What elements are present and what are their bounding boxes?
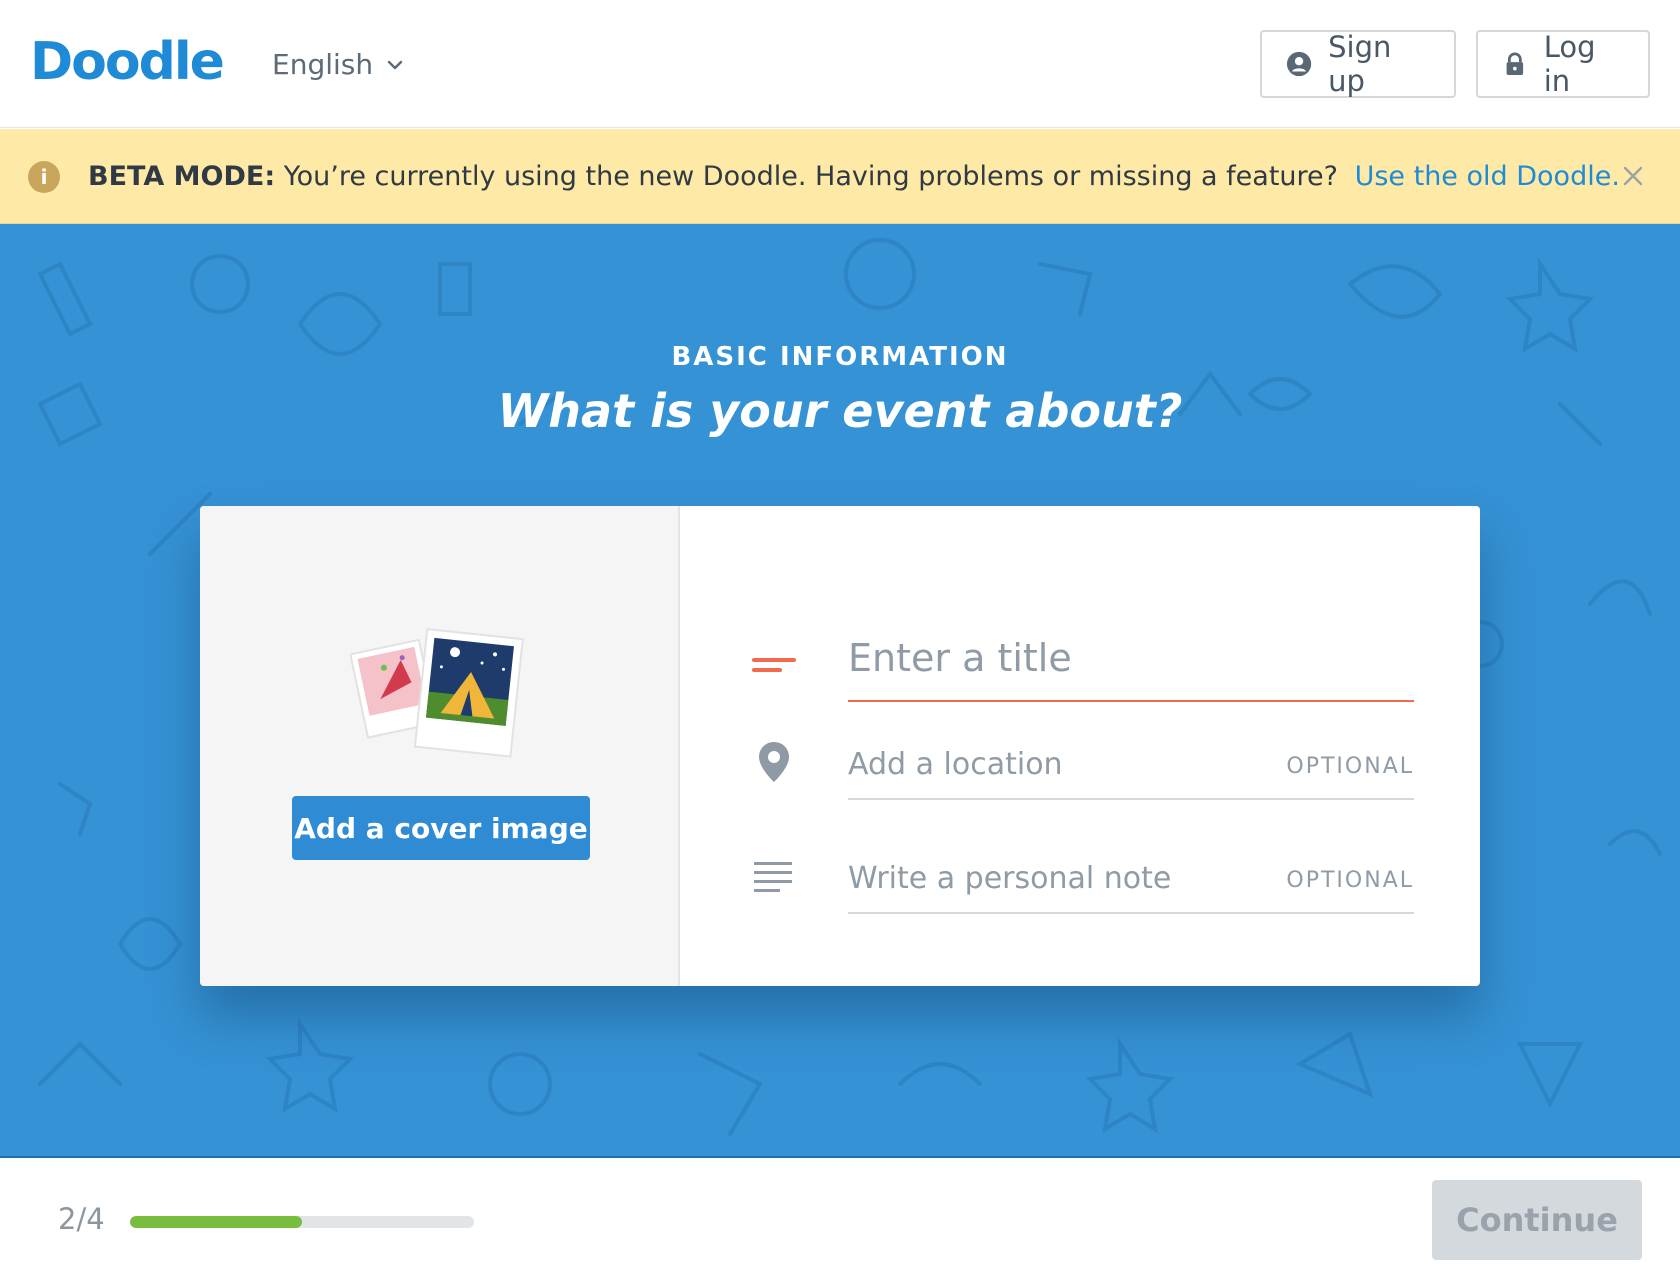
language-selector[interactable]: English: [272, 48, 405, 81]
login-button[interactable]: Log in: [1476, 30, 1650, 98]
add-cover-image-button[interactable]: Add a cover image: [292, 796, 590, 860]
cover-photos-illustration: [350, 628, 524, 758]
user-icon: [1286, 51, 1312, 77]
close-icon[interactable]: [1618, 161, 1648, 191]
title-underline: [848, 700, 1414, 702]
location-optional-label: OPTIONAL: [1286, 754, 1414, 779]
signup-label: Sign up: [1328, 30, 1392, 98]
top-header: Doodle English Sign up Log in: [0, 0, 1680, 128]
continue-button[interactable]: Continue: [1432, 1180, 1642, 1260]
progress-fill: [130, 1216, 302, 1228]
location-underline: [848, 798, 1414, 800]
note-optional-label: OPTIONAL: [1286, 868, 1414, 893]
section-headline: What is your event about?: [497, 384, 1183, 438]
banner-text: You’re currently using the new Doodle. H…: [283, 161, 1338, 192]
note-underline: [848, 912, 1414, 914]
wizard-footer: 2/4 Continue: [0, 1156, 1680, 1286]
cover-image-panel: Add a cover image: [200, 506, 680, 986]
map-pin-icon: [759, 742, 789, 782]
title-input[interactable]: [848, 630, 1412, 686]
hero-section: BASIC INFORMATION What is your event abo…: [0, 224, 1680, 1156]
step-counter: 2/4: [58, 1202, 105, 1236]
banner-label: BETA MODE:: [88, 161, 276, 192]
old-doodle-link[interactable]: Use the old Doodle.: [1355, 161, 1620, 192]
banner-message: BETA MODE: You’re currently using the ne…: [88, 161, 1620, 192]
beta-banner: i BETA MODE: You’re currently using the …: [0, 129, 1680, 224]
title-lines-icon: [752, 658, 796, 672]
login-label: Log in: [1543, 30, 1596, 98]
doodle-logo[interactable]: Doodle: [30, 32, 225, 92]
event-info-card: Add a cover image OPTIONAL: [200, 506, 1480, 986]
section-eyebrow: BASIC INFORMATION: [671, 342, 1009, 372]
signup-button[interactable]: Sign up: [1260, 30, 1456, 98]
language-label: English: [272, 48, 374, 81]
info-icon: i: [28, 161, 60, 193]
event-fields-panel: OPTIONAL OPTIONAL: [680, 506, 1480, 986]
chevron-down-icon: [387, 60, 403, 69]
progress-bar: [130, 1216, 474, 1228]
lock-icon: [1506, 52, 1524, 76]
note-lines-icon: [754, 862, 792, 892]
